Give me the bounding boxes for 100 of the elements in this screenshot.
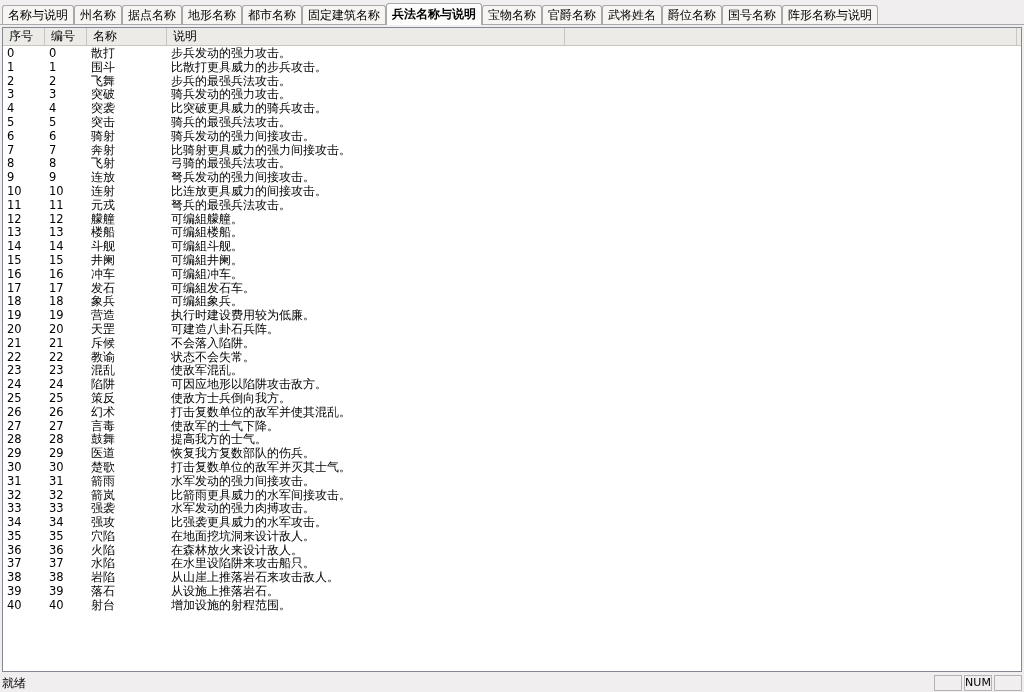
table-cell-text: 比突破更具威力的骑兵攻击。 [170, 102, 328, 116]
table-cell-text: 33 [48, 502, 65, 517]
table-cell-text: 井阑 [90, 253, 116, 268]
table-cell-text: 火陷 [90, 543, 116, 557]
table-cell-text: 落石 [90, 585, 116, 599]
table-cell-text: 飞射 [90, 157, 116, 171]
table-cell-text: 32 [6, 488, 23, 503]
table-cell-text: 奔射 [90, 143, 116, 157]
table-cell-text: 8 [6, 157, 16, 172]
table-cell-text: 使敌方士兵倒向我方。 [170, 391, 292, 406]
table-cell-text: 从设施上推落岩石。 [170, 585, 280, 599]
table-cell-text: 在水里设陷阱来攻击船只。 [170, 557, 316, 571]
table-cell-text: 24 [48, 378, 65, 392]
table-cell-text: 楼船 [90, 226, 116, 240]
table-cell-text: 8 [48, 157, 58, 172]
table-cell-text: 39 [6, 585, 23, 599]
table-cell-text: 楚歌 [90, 460, 116, 475]
tab[interactable]: 阵形名称与说明 [782, 5, 878, 24]
table-cell-text: 16 [6, 267, 23, 282]
table-cell-text: 箭雨 [90, 474, 116, 489]
table-cell-text: 26 [6, 405, 23, 420]
table-cell-text: 1 [48, 60, 58, 75]
table-cell-text: 在森林放火来设计敌人。 [170, 543, 304, 557]
table-cell-text: 10 [6, 184, 23, 199]
table-cell-text: 21 [6, 336, 23, 351]
table-cell-text: 弓骑的最强兵法攻击。 [170, 157, 292, 171]
table-cell-text: 13 [6, 226, 23, 241]
tab[interactable]: 爵位名称 [662, 5, 722, 24]
tab[interactable]: 官爵名称 [542, 5, 602, 24]
table-cell-text: 强袭 [90, 502, 116, 516]
table-cell-text: 教谕 [90, 350, 116, 364]
table-cell-text: 提高我方的士气。 [170, 433, 268, 447]
table-cell-text: 33 [6, 502, 23, 517]
table-cell-text: 比箭雨更具威力的水军间接攻击。 [170, 488, 352, 502]
table-cell-text: 陷阱 [90, 378, 116, 392]
table-cell-text: 27 [48, 419, 65, 434]
table-cell-text: 40 [48, 598, 65, 613]
table-cell-text: 15 [6, 253, 23, 268]
tab[interactable]: 名称与说明 [2, 5, 74, 24]
table-cell-text: 水军发动的强力肉搏攻击。 [170, 502, 316, 516]
table-cell-text: 7 [48, 143, 58, 158]
tab[interactable]: 兵法名称与说明 [386, 3, 482, 25]
table-cell-text: 6 [6, 129, 16, 144]
table-cell-text: 20 [48, 322, 65, 337]
table-cell-text: 可编組井阑。 [170, 253, 244, 268]
table-cell-text: 0 [48, 47, 58, 61]
tab[interactable]: 州名称 [74, 5, 122, 24]
table-cell-text: 24 [6, 378, 23, 392]
table-cell-text: 可编組斗舰。 [170, 240, 244, 254]
table-cell-text: 可编組楼船。 [170, 226, 244, 240]
status-text: 就绪 [2, 674, 27, 692]
column-header[interactable]: 序号 [3, 28, 45, 45]
table-cell-text: 3 [6, 88, 16, 103]
table-cell-text: 水军发动的强力间接攻击。 [170, 474, 316, 489]
table-cell-text: 5 [6, 116, 16, 130]
table-cell-text: 30 [6, 460, 23, 475]
table-cell-text: 16 [48, 267, 65, 282]
table-cell-text: 22 [48, 350, 65, 365]
table-cell-text: 12 [6, 212, 23, 227]
tab[interactable]: 国号名称 [722, 5, 782, 24]
tab[interactable]: 固定建筑名称 [302, 5, 386, 24]
table-cell-text: 4 [48, 102, 58, 116]
tab[interactable]: 都市名称 [242, 5, 302, 24]
table-cell-text: 35 [48, 529, 65, 544]
table-cell-text: 39 [48, 585, 65, 599]
table-cell-text: 言毒 [90, 419, 116, 433]
table-cell-text: 象兵 [90, 295, 116, 309]
table-cell-text: 18 [48, 295, 65, 310]
table-cell-text: 增加设施的射程范围。 [170, 598, 292, 613]
table-cell-text: 可因应地形以陷阱攻击敌方。 [170, 378, 328, 392]
table-cell-text: 29 [48, 447, 65, 461]
table-cell-text: 围斗 [90, 60, 116, 75]
table-cell-text: 鼓舞 [90, 433, 116, 447]
table-cell-text: 营造 [90, 309, 116, 323]
table-cell-text: 4 [6, 102, 16, 116]
column-header[interactable]: 名称 [87, 28, 167, 45]
tab[interactable]: 武将姓名 [602, 5, 662, 24]
table-cell-text: 25 [6, 391, 23, 406]
tab[interactable]: 地形名称 [182, 5, 242, 24]
table-cell-text: 37 [48, 557, 65, 572]
table-cell-text: 30 [48, 460, 65, 475]
table-cell-text: 9 [48, 171, 58, 185]
table-cell-text: 强攻 [90, 516, 116, 530]
table-cell-text: 医道 [90, 447, 116, 461]
table-cell-text: 连射 [90, 184, 116, 199]
table-cell-text: 比连放更具威力的间接攻击。 [170, 184, 328, 199]
table-cell-text: 36 [6, 543, 23, 558]
table-cell-text: 骑射 [90, 129, 116, 144]
table-cell-text: 骑兵发动的强力间接攻击。 [170, 129, 316, 144]
table-cell-text: 13 [48, 226, 65, 241]
table-cell-text: 可编組象兵。 [170, 295, 244, 309]
table-cell-text: 可编組艨艟。 [170, 212, 244, 226]
table-cell-text: 9 [6, 171, 16, 185]
table-cell-text: 23 [48, 364, 65, 379]
tab[interactable]: 宝物名称 [482, 5, 542, 24]
tab[interactable]: 据点名称 [122, 5, 182, 24]
column-header[interactable]: 编号 [45, 28, 87, 45]
table-cell-text: 34 [48, 516, 65, 530]
column-header[interactable]: 说明 [167, 28, 565, 45]
table-cell-text: 14 [6, 240, 23, 254]
